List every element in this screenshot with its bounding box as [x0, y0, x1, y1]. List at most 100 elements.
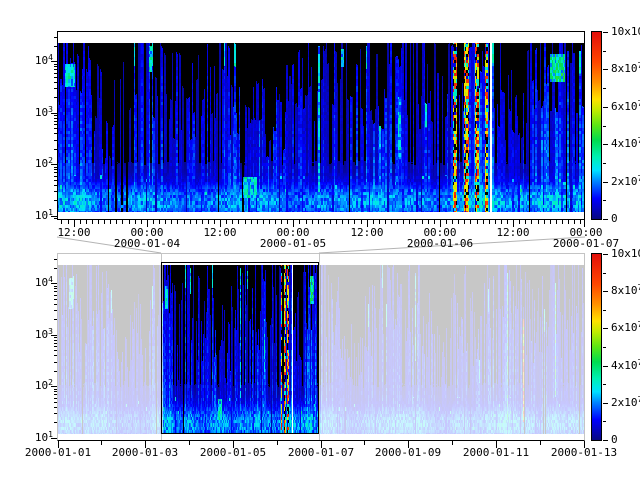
x-tick-minor	[501, 220, 502, 224]
colorbar-tick-major	[603, 144, 608, 145]
y-tick-label: 104	[26, 277, 53, 290]
colorbar-tick-minor	[603, 88, 606, 89]
y-tick-minor	[54, 176, 57, 177]
x-tick-minor	[568, 220, 569, 224]
colorbar-tick-major	[603, 440, 608, 441]
y-tick-minor	[54, 77, 57, 78]
x-tick-minor	[171, 220, 172, 224]
x-tick-minor	[483, 220, 484, 224]
y-tick-minor	[54, 371, 57, 372]
x-tick-minor	[214, 220, 215, 224]
x-tick-minor	[550, 220, 551, 224]
x-tick-minor	[574, 220, 575, 224]
x-tick-date-label: 2000-01-07	[288, 447, 354, 459]
y-tick-minor	[54, 167, 57, 168]
y-tick-minor	[54, 394, 57, 395]
x-tick-minor	[245, 220, 246, 224]
x-tick-minor	[68, 220, 69, 224]
x-tick-minor	[354, 220, 355, 224]
colorbar-tick-major	[603, 403, 608, 404]
y-tick-minor	[54, 200, 57, 201]
y-tick-minor	[54, 402, 57, 403]
colorbar-tick-label: 4x107	[611, 138, 640, 151]
x-tick-minor	[434, 220, 435, 224]
x-tick-minor	[196, 220, 197, 224]
y-tick-minor	[54, 422, 57, 423]
colorbar-tick-minor	[603, 126, 606, 127]
y-tick-minor	[54, 149, 57, 150]
x-tick-minor	[464, 220, 465, 224]
x-tick-date-label: 2000-01-03	[112, 447, 178, 459]
y-tick-minor	[54, 288, 57, 289]
colorbar-tick-label: 0	[611, 434, 618, 446]
x-tick-minor	[458, 220, 459, 224]
x-tick-minor	[312, 220, 313, 224]
x-tick-time-label: 12:00	[350, 227, 383, 239]
x-tick-minor	[336, 220, 337, 224]
x-tick-minor	[232, 220, 233, 224]
colorbar-tick-label: 4x107	[611, 360, 640, 373]
x-tick-minor	[403, 220, 404, 224]
x-tick-minor	[519, 220, 520, 224]
x-tick-minor	[277, 441, 278, 445]
x-tick-minor	[80, 220, 81, 224]
x-tick-minor	[92, 220, 93, 224]
x-tick-date-label: 2000-01-09	[375, 447, 441, 459]
x-tick-minor	[202, 220, 203, 224]
y-tick-label: 101	[26, 432, 53, 445]
x-tick-minor	[251, 220, 252, 224]
colorbar-tick-major	[603, 182, 608, 183]
x-tick-time-label: 12:00	[203, 227, 236, 239]
zoom-panel-frame	[57, 31, 585, 220]
colorbar-tick-label: 8x107	[611, 63, 640, 76]
y-tick-minor	[54, 185, 57, 186]
x-tick-minor	[525, 220, 526, 224]
x-tick-minor	[470, 220, 471, 224]
y-tick-minor	[54, 46, 57, 47]
y-tick-minor	[54, 346, 57, 347]
y-tick-minor	[54, 37, 57, 38]
x-tick-minor	[477, 220, 478, 224]
y-tick-minor	[54, 362, 57, 363]
x-tick-minor	[238, 220, 239, 224]
x-tick-minor	[226, 220, 227, 224]
y-tick-minor	[54, 64, 57, 65]
y-tick-minor	[54, 140, 57, 141]
y-tick-minor	[54, 218, 57, 219]
x-tick-minor	[98, 220, 99, 224]
x-tick-minor	[446, 220, 447, 224]
x-tick-minor	[159, 220, 160, 224]
x-tick-minor	[129, 220, 130, 224]
x-tick-minor	[135, 220, 136, 224]
x-tick-minor	[544, 220, 545, 224]
x-tick-minor	[540, 441, 541, 445]
y-tick-minor	[54, 295, 57, 296]
x-tick-minor	[299, 220, 300, 224]
x-tick-minor	[452, 441, 453, 445]
x-tick-minor	[562, 220, 563, 224]
colorbar-tick-major	[603, 366, 608, 367]
x-tick-minor	[86, 220, 87, 224]
x-tick-time-label: 12:00	[496, 227, 529, 239]
y-tick-minor	[54, 128, 57, 129]
y-tick-minor	[54, 407, 57, 408]
x-tick-minor	[385, 220, 386, 224]
y-tick-minor	[54, 389, 57, 390]
x-tick-minor	[116, 220, 117, 224]
y-tick-minor	[54, 268, 57, 269]
y-tick-minor	[54, 413, 57, 414]
colorbar-tick-minor	[603, 347, 606, 348]
x-tick-minor	[361, 220, 362, 224]
x-tick-date-label: 2000-01-04	[114, 238, 180, 250]
x-tick-minor	[489, 220, 490, 224]
x-tick-date-label: 2000-01-07	[553, 238, 619, 250]
y-tick-minor	[54, 124, 57, 125]
colorbar-tick-label: 10x107	[611, 248, 640, 261]
colorbar-tick-major	[603, 219, 608, 220]
y-tick-minor	[54, 343, 57, 344]
y-tick-minor	[54, 180, 57, 181]
x-tick-minor	[269, 220, 270, 224]
y-tick-label: 103	[26, 107, 53, 120]
x-tick-minor	[281, 220, 282, 224]
x-tick-minor	[165, 220, 166, 224]
